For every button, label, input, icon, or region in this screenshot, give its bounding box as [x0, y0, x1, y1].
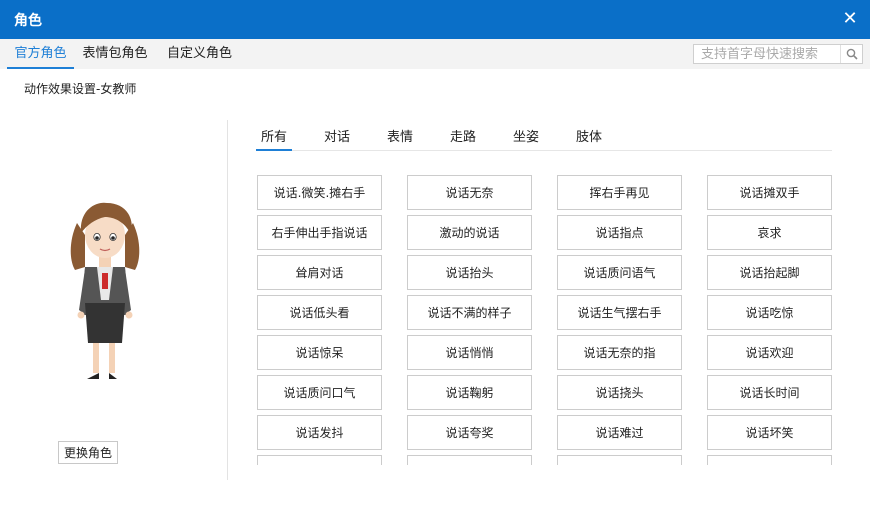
- action-button[interactable]: [407, 455, 532, 465]
- action-button[interactable]: 说话低头看: [257, 295, 382, 330]
- search-icon[interactable]: [840, 45, 862, 63]
- search-box: [693, 44, 863, 64]
- tab-custom-role[interactable]: 自定义角色: [166, 39, 233, 69]
- section-title: 动作效果设置-女教师: [24, 82, 137, 96]
- tab-emoji-role[interactable]: 表情包角色: [82, 39, 148, 69]
- action-button[interactable]: [257, 455, 382, 465]
- search-input[interactable]: [694, 45, 840, 63]
- action-button[interactable]: 右手伸出手指说话: [257, 215, 382, 250]
- action-button[interactable]: 说话难过: [557, 415, 682, 450]
- action-button[interactable]: 说话夸奖: [407, 415, 532, 450]
- action-button[interactable]: 说话生气摆右手: [557, 295, 682, 330]
- action-button[interactable]: [707, 455, 832, 465]
- character-avatar: [55, 195, 155, 385]
- action-button[interactable]: 说话悄悄: [407, 335, 532, 370]
- action-button[interactable]: 说话抬头: [407, 255, 532, 290]
- action-button[interactable]: 说话指点: [557, 215, 682, 250]
- action-button[interactable]: 说话欢迎: [707, 335, 832, 370]
- category-tab-walk[interactable]: 走路: [445, 124, 481, 151]
- action-button[interactable]: 耸肩对话: [257, 255, 382, 290]
- category-tab-sit[interactable]: 坐姿: [508, 124, 544, 151]
- action-button[interactable]: 说话质问口气: [257, 375, 382, 410]
- title-bar: 角色 ✕: [0, 0, 870, 39]
- action-button[interactable]: [557, 455, 682, 465]
- panel-divider: [227, 120, 228, 480]
- close-icon[interactable]: ✕: [840, 9, 860, 29]
- category-tab-dialogue[interactable]: 对话: [319, 124, 355, 151]
- action-button[interactable]: 挥右手再见: [557, 175, 682, 210]
- action-button[interactable]: 哀求: [707, 215, 832, 250]
- action-button[interactable]: 说话挠头: [557, 375, 682, 410]
- action-button[interactable]: 说话发抖: [257, 415, 382, 450]
- action-button[interactable]: 说话吃惊: [707, 295, 832, 330]
- action-button[interactable]: 说话.微笑.摊右手: [257, 175, 382, 210]
- action-button[interactable]: 说话质问语气: [557, 255, 682, 290]
- category-tab-all[interactable]: 所有: [256, 124, 292, 151]
- window-title: 角色: [14, 12, 42, 29]
- action-button[interactable]: 说话无奈: [407, 175, 532, 210]
- action-button[interactable]: 说话坏笑: [707, 415, 832, 450]
- action-button[interactable]: 说话摊双手: [707, 175, 832, 210]
- action-button[interactable]: 说话长时间: [707, 375, 832, 410]
- change-role-button[interactable]: 更换角色: [58, 441, 118, 464]
- action-grid: 说话.微笑.摊右手 说话无奈 挥右手再见 说话摊双手 右手伸出手指说话 激动的说…: [257, 175, 833, 465]
- tab-official-role[interactable]: 官方角色: [7, 39, 74, 69]
- action-button[interactable]: 说话无奈的指: [557, 335, 682, 370]
- category-tab-body[interactable]: 肢体: [571, 124, 607, 151]
- action-button[interactable]: 说话惊呆: [257, 335, 382, 370]
- action-button[interactable]: 说话抬起脚: [707, 255, 832, 290]
- category-tab-expression[interactable]: 表情: [382, 124, 418, 151]
- category-tabs: 所有 对话 表情 走路 坐姿 肢体: [256, 124, 832, 151]
- action-button[interactable]: 说话不满的样子: [407, 295, 532, 330]
- action-button[interactable]: 说话鞠躬: [407, 375, 532, 410]
- action-button[interactable]: 激动的说话: [407, 215, 532, 250]
